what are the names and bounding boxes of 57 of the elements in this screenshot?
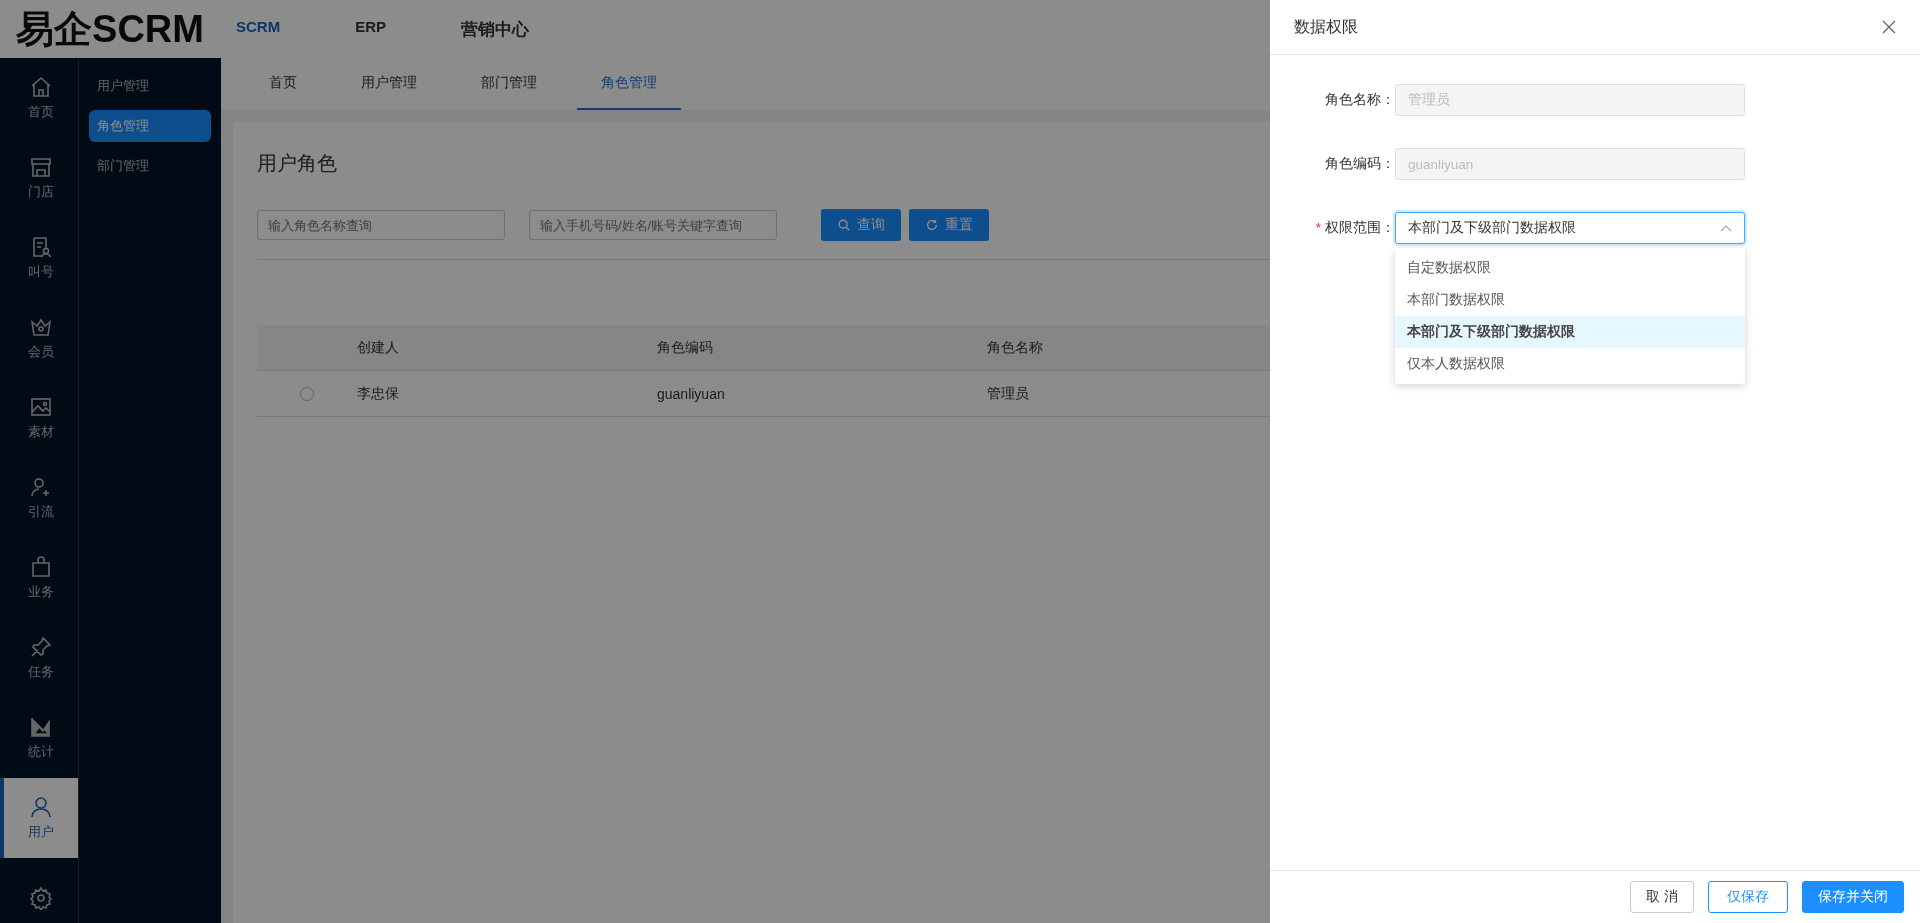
person-icon	[29, 795, 53, 819]
page-tab[interactable]: 角色管理	[577, 58, 681, 110]
submenu-item[interactable]: 部门管理	[89, 150, 211, 182]
rail-item[interactable]: 引流	[0, 458, 78, 538]
search-field[interactable]: 输入手机号码/姓名/账号关键字查询	[529, 210, 777, 240]
top-nav-item[interactable]: SCRM	[236, 17, 281, 41]
footer-button[interactable]: 取 消	[1630, 881, 1694, 913]
page-tab[interactable]: 首页	[245, 58, 321, 110]
refresh-icon	[925, 218, 939, 232]
search-field[interactable]: 输入角色名称查询	[257, 210, 505, 240]
caret-icon	[1720, 224, 1732, 232]
filter-button[interactable]: 查询	[821, 209, 901, 241]
table-cell-text: 管理员	[987, 384, 1030, 403]
rail-item[interactable]: 首页	[0, 58, 78, 138]
image-icon	[29, 395, 53, 419]
column-header: 角色名称	[987, 338, 1044, 357]
required-mark: *	[1315, 220, 1321, 235]
field-label: 权限范围：	[1325, 220, 1395, 235]
search-icon	[837, 218, 851, 232]
rail-item[interactable]: 用户	[0, 778, 78, 858]
rail-item[interactable]: 叫号	[0, 218, 78, 298]
submenu-item[interactable]: 角色管理	[89, 110, 211, 142]
dropdown-option[interactable]: 本部门及下级部门数据权限	[1395, 316, 1745, 348]
table-cell-text: guanliyuan	[657, 385, 726, 402]
pin-icon	[29, 635, 53, 659]
dropdown-option[interactable]: 本部门数据权限	[1395, 284, 1745, 316]
dropdown-option[interactable]: 自定数据权限	[1395, 252, 1745, 284]
table-cell-text: 李忠保	[357, 384, 400, 403]
top-nav-item[interactable]: 营销中心	[461, 17, 529, 41]
submenu-item[interactable]: 用户管理	[89, 70, 211, 102]
select-field[interactable]: 本部门及下级部门数据权限	[1395, 212, 1745, 244]
column-header: 角色编码	[657, 338, 714, 357]
rail-item[interactable]: 业务	[0, 538, 78, 618]
rail-item[interactable]: 素材	[0, 378, 78, 458]
footer-button[interactable]: 保存并关闭	[1802, 881, 1904, 913]
column-header: 创建人	[357, 338, 400, 357]
page-tab[interactable]: 部门管理	[457, 58, 561, 110]
page-tab[interactable]: 用户管理	[337, 58, 441, 110]
filter-button[interactable]: 重置	[909, 209, 989, 241]
field-label: 角色名称：	[1324, 91, 1395, 109]
close-icon[interactable]	[1882, 20, 1896, 34]
rail-item[interactable]: 任务	[0, 618, 78, 698]
chart-icon	[29, 715, 53, 739]
field-label: 角色编码：	[1324, 155, 1395, 173]
bag-icon	[29, 555, 53, 579]
store-icon	[29, 155, 53, 179]
home-icon	[29, 75, 53, 99]
card-title: 用户角色	[257, 151, 337, 176]
top-nav-item[interactable]: ERP	[355, 17, 386, 41]
dropdown-option[interactable]: 仅本人数据权限	[1395, 348, 1745, 380]
drawer-title: 数据权限	[1294, 16, 1358, 37]
rail-item[interactable]: 门店	[0, 138, 78, 218]
footer-button[interactable]: 仅保存	[1708, 881, 1788, 913]
rail-item[interactable]: 会员	[0, 298, 78, 378]
settings-icon[interactable]	[29, 886, 53, 910]
logo-text: 易企SCRM	[15, 6, 205, 52]
rail-item[interactable]: 统计	[0, 698, 78, 778]
